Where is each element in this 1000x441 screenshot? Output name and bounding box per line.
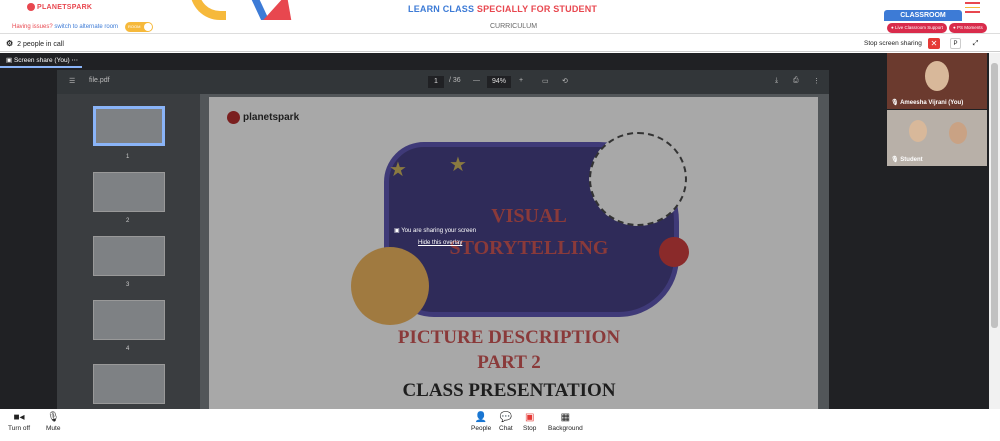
hide-overlay-link[interactable]: Hide this overlay bbox=[418, 240, 514, 246]
thumbnail-page[interactable] bbox=[93, 300, 165, 340]
more-icon[interactable]: ⋯ bbox=[72, 57, 79, 64]
page-headline: LEARN CLASS SPECIALLY FOR STUDENT bbox=[408, 4, 597, 14]
background-label: Background bbox=[548, 425, 583, 432]
page-total: / 36 bbox=[449, 77, 461, 84]
participant-name: 🎙 Ameesha Vijrani (You) bbox=[891, 100, 964, 106]
pdf-toolbar: ☰ file.pdf 1 / 36 — 94% + ▭ ⟲ ⤓ ⎙ ⋮ bbox=[57, 70, 829, 94]
decor-shape bbox=[190, 0, 226, 20]
thumbnail-number: 2 bbox=[126, 218, 130, 224]
zoom-in-icon[interactable]: + bbox=[519, 77, 523, 84]
share-tab-label: Screen share (You) bbox=[13, 57, 70, 64]
stop-sharing-button[interactable]: ✕ bbox=[928, 38, 940, 49]
participant-face bbox=[909, 120, 927, 142]
slide-part: PART 2 bbox=[477, 352, 541, 373]
mic-button[interactable]: 🎙 Mute bbox=[46, 411, 60, 432]
chat-icon: 💬 bbox=[499, 412, 513, 423]
scrollbar[interactable] bbox=[989, 53, 1000, 409]
zoom-out-icon[interactable]: — bbox=[473, 77, 480, 84]
more-options-icon[interactable]: ⋮ bbox=[813, 77, 820, 85]
chat-label: Chat bbox=[499, 425, 513, 432]
sharing-text: You are sharing your screen bbox=[401, 228, 477, 234]
curriculum-label[interactable]: CURRICULUM bbox=[490, 23, 537, 30]
thumbnail-page[interactable] bbox=[93, 364, 165, 404]
participant-tile[interactable]: 🎙 Ameesha Vijrani (You) bbox=[887, 53, 987, 109]
thumbnail-page[interactable] bbox=[93, 172, 165, 212]
mic-label: Mute bbox=[46, 425, 61, 432]
gear-icon[interactable]: ⚙ bbox=[6, 39, 13, 48]
stop-share-icon: ▣ bbox=[524, 412, 535, 423]
page-input[interactable]: 1 bbox=[428, 76, 444, 88]
camera-label: Turn off bbox=[8, 425, 31, 432]
alternate-room-link[interactable]: switch to alternate room bbox=[54, 24, 118, 30]
hamburger-menu-icon[interactable] bbox=[965, 2, 980, 16]
decor-shape bbox=[263, 0, 301, 20]
slide-title-line1: VISUAL bbox=[491, 205, 567, 227]
zoom-input[interactable]: 94% bbox=[487, 76, 511, 88]
participant-name: 🎙 Student bbox=[891, 157, 923, 163]
microphone-icon: 🎙 bbox=[46, 412, 60, 423]
live-support-button[interactable]: ● Live Classroom Support bbox=[887, 23, 947, 33]
app-header: PLANETSPARK LEARN CLASS SPECIALLY FOR ST… bbox=[0, 0, 1000, 21]
pdf-filename: file.pdf bbox=[89, 77, 110, 84]
stop-label: Stop bbox=[523, 425, 537, 432]
headline-part-b: SPECIALLY FOR STUDENT bbox=[476, 4, 598, 14]
alternate-room-toggle[interactable]: ROOM bbox=[125, 22, 153, 32]
slide-subtitle: PICTURE DESCRIPTION bbox=[397, 327, 621, 348]
people-icon: 👤 bbox=[474, 412, 488, 423]
thumbnail-page[interactable] bbox=[93, 236, 165, 276]
background-button[interactable]: ▦ Background bbox=[548, 411, 583, 432]
star-icon: ★ bbox=[449, 154, 467, 176]
background-icon: ▦ bbox=[560, 412, 571, 423]
headline-part-a: LEARN CLASS bbox=[408, 4, 475, 14]
sharing-overlay: ▣ You are sharing your screen Hide this … bbox=[394, 227, 514, 257]
participant-tile[interactable]: 🎙 Student bbox=[887, 110, 987, 166]
slide-class-presentation: CLASS PRESENTATION bbox=[402, 380, 616, 401]
logo-icon bbox=[27, 3, 35, 11]
thumbnail-number: 1 bbox=[126, 154, 130, 160]
brand-icon bbox=[227, 111, 240, 124]
print-icon[interactable]: ⎙ bbox=[793, 77, 799, 85]
toggle-label: ROOM bbox=[128, 24, 141, 29]
ps-moments-button[interactable]: ● PS Moments bbox=[949, 23, 987, 33]
sidebar-toggle-icon[interactable]: ☰ bbox=[69, 77, 75, 85]
chat-button[interactable]: 💬 Chat bbox=[499, 411, 513, 432]
call-bar: ⚙ 2 people in call Stop screen sharing ✕ … bbox=[0, 35, 1000, 52]
expand-icon[interactable]: ⤢ bbox=[970, 38, 981, 49]
support-label: Live Classroom Support bbox=[894, 25, 943, 30]
logo-text: PLANETSPARK bbox=[37, 3, 93, 11]
fit-page-icon[interactable]: ▭ bbox=[542, 77, 549, 85]
brand-text: planetspark bbox=[243, 112, 300, 124]
people-label: People bbox=[471, 425, 492, 432]
slide-brand: planetspark bbox=[227, 111, 299, 124]
thumbnail-number: 3 bbox=[126, 282, 130, 288]
participant-face bbox=[925, 61, 949, 91]
people-count-text: 2 people in call bbox=[17, 41, 64, 48]
camera-button[interactable]: ■◂ Turn off bbox=[8, 411, 30, 432]
thumbnail-sidebar: 1 2 3 4 bbox=[57, 94, 200, 409]
participant-face bbox=[949, 122, 967, 144]
scrollbar-thumb[interactable] bbox=[991, 63, 998, 328]
camera-icon: ■◂ bbox=[13, 412, 25, 423]
participant-name-text: Student bbox=[900, 157, 923, 163]
download-icon[interactable]: ⤓ bbox=[775, 77, 778, 85]
thumbnail-page[interactable] bbox=[93, 106, 165, 146]
moments-label: PS Moments bbox=[956, 25, 983, 30]
people-button[interactable]: 👤 People bbox=[471, 411, 491, 432]
participant-name-text: Ameesha Vijrani (You) bbox=[900, 100, 964, 106]
sub-header: Having issues? switch to alternate room … bbox=[0, 21, 1000, 34]
star-icon: ★ bbox=[389, 159, 407, 181]
stop-share-button[interactable]: ▣ Stop bbox=[523, 411, 536, 432]
stop-sharing-label[interactable]: Stop screen sharing bbox=[864, 40, 922, 47]
call-controls: ■◂ Turn off 🎙 Mute 👤 People 💬 Chat ▣ Stop ▦ Ba… bbox=[0, 409, 1000, 441]
rotate-icon[interactable]: ⟲ bbox=[562, 77, 568, 85]
screen-share-tab[interactable]: ▣ Screen share (You) ⋯ bbox=[0, 53, 82, 68]
thumbnail-number: 4 bbox=[126, 346, 130, 352]
issues-notice: Having issues? switch to alternate room bbox=[12, 24, 118, 30]
planetspark-logo[interactable]: PLANETSPARK bbox=[27, 3, 92, 11]
people-count: ⚙ 2 people in call bbox=[6, 39, 64, 48]
sharing-message: ▣ You are sharing your screen bbox=[394, 228, 477, 234]
pin-button[interactable]: P bbox=[950, 38, 961, 49]
issues-question: Having issues? bbox=[12, 24, 53, 30]
